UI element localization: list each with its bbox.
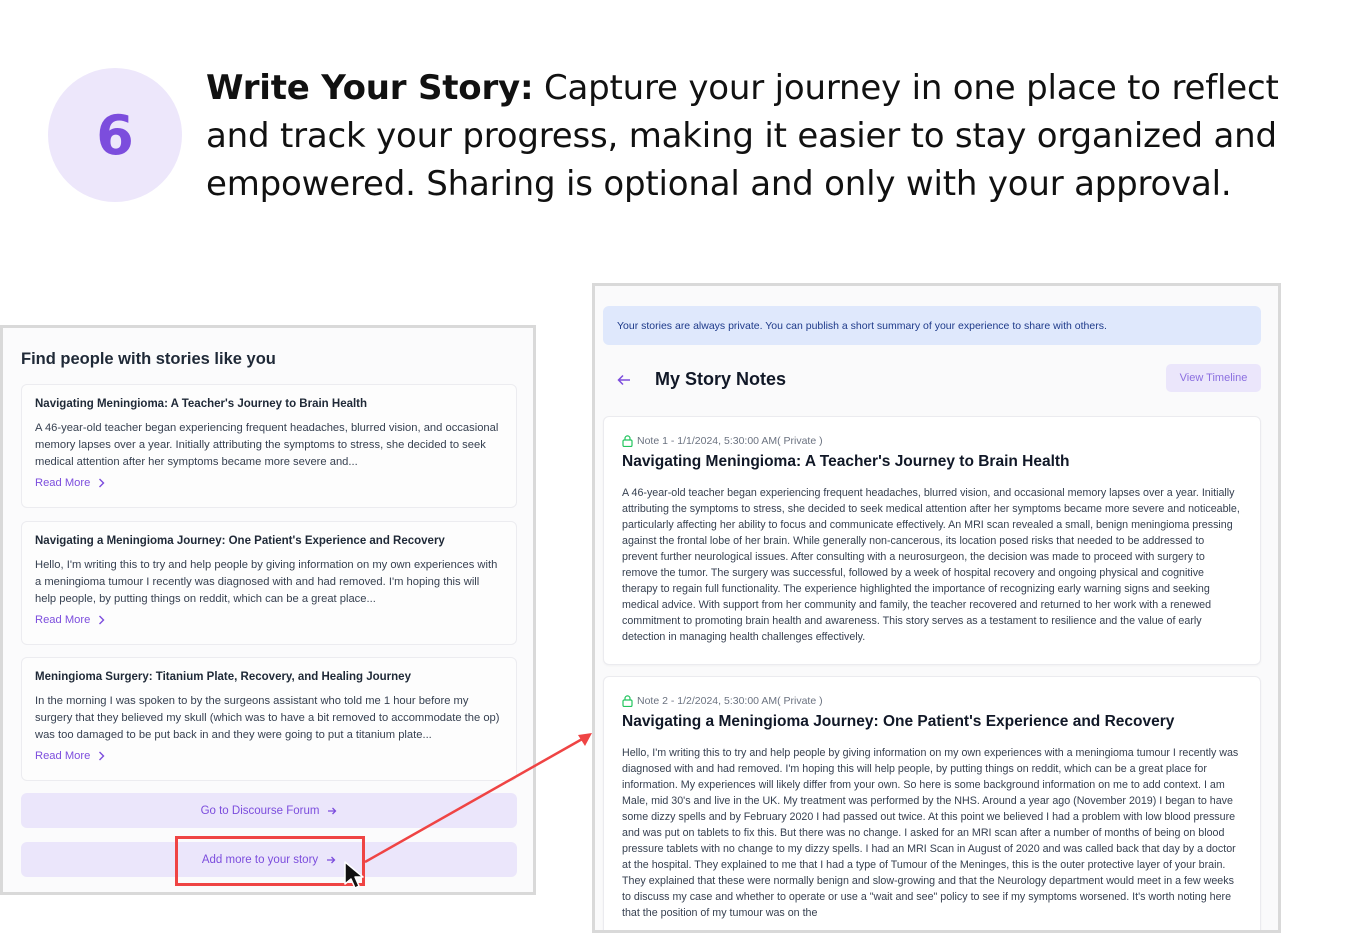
story-excerpt: In the morning I was spoken to by the su… xyxy=(35,695,500,741)
note-body: A 46-year-old teacher began experiencing… xyxy=(622,487,1240,643)
story-title: Navigating a Meningioma Journey: One Pat… xyxy=(35,535,445,547)
read-more-label: Read More xyxy=(35,614,91,626)
story-notes-panel: Your stories are always private. You can… xyxy=(592,283,1281,933)
story-card[interactable]: Meningioma Surgery: Titanium Plate, Reco… xyxy=(21,657,517,781)
chevron-right-icon xyxy=(99,751,105,761)
privacy-banner: Your stories are always private. You can… xyxy=(603,306,1261,345)
story-excerpt: A 46-year-old teacher began experiencing… xyxy=(35,422,499,468)
mouse-cursor-icon xyxy=(344,861,364,889)
chevron-right-icon xyxy=(99,478,105,488)
step-number-badge: 6 xyxy=(48,68,182,202)
note-meta: Note 2 - 1/2/2024, 5:30:00 AM( Private ) xyxy=(622,695,1242,707)
lock-icon xyxy=(622,695,633,707)
note-meta-text: Note 1 - 1/1/2024, 5:30:00 AM( Private ) xyxy=(637,435,823,447)
story-card[interactable]: Navigating a Meningioma Journey: One Pat… xyxy=(21,521,517,645)
discourse-forum-label: Go to Discourse Forum xyxy=(200,804,320,817)
story-note-card[interactable]: Note 1 - 1/1/2024, 5:30:00 AM( Private )… xyxy=(603,416,1261,665)
step-title: Write Your Story: xyxy=(206,68,534,108)
note-body: Hello, I'm writing this to try and help … xyxy=(622,747,1239,919)
page-title: My Story Notes xyxy=(655,369,787,389)
read-more-label: Read More xyxy=(35,750,91,762)
note-title: Navigating a Meningioma Journey: One Pat… xyxy=(622,713,1175,730)
lock-icon xyxy=(622,435,633,447)
panel-title: Find people with stories like you xyxy=(21,350,276,368)
read-more-link[interactable]: Read More xyxy=(35,750,105,762)
chevron-right-icon xyxy=(99,615,105,625)
story-title: Meningioma Surgery: Titanium Plate, Reco… xyxy=(35,671,411,683)
note-title: Navigating Meningioma: A Teacher's Journ… xyxy=(622,453,1070,470)
note-meta-text: Note 2 - 1/2/2024, 5:30:00 AM( Private ) xyxy=(637,695,823,707)
discourse-forum-button[interactable]: Go to Discourse Forum xyxy=(21,793,517,828)
story-card[interactable]: Navigating Meningioma: A Teacher's Journ… xyxy=(21,384,517,508)
find-people-panel: Find people with stories like you Naviga… xyxy=(0,325,536,895)
back-arrow-icon[interactable] xyxy=(617,374,631,386)
story-title: Navigating Meningioma: A Teacher's Journ… xyxy=(35,398,368,410)
step-number: 6 xyxy=(96,103,134,167)
arrow-right-icon xyxy=(328,807,337,814)
read-more-label: Read More xyxy=(35,477,91,489)
story-note-card[interactable]: Note 2 - 1/2/2024, 5:30:00 AM( Private )… xyxy=(603,676,1261,930)
note-meta: Note 1 - 1/1/2024, 5:30:00 AM( Private ) xyxy=(622,435,1242,447)
highlight-box xyxy=(175,836,365,886)
view-timeline-button[interactable]: View Timeline xyxy=(1166,364,1261,392)
read-more-link[interactable]: Read More xyxy=(35,477,105,489)
read-more-link[interactable]: Read More xyxy=(35,614,105,626)
step-headline: Write Your Story: Capture your journey i… xyxy=(206,64,1286,208)
story-excerpt: Hello, I'm writing this to try and help … xyxy=(35,559,498,605)
